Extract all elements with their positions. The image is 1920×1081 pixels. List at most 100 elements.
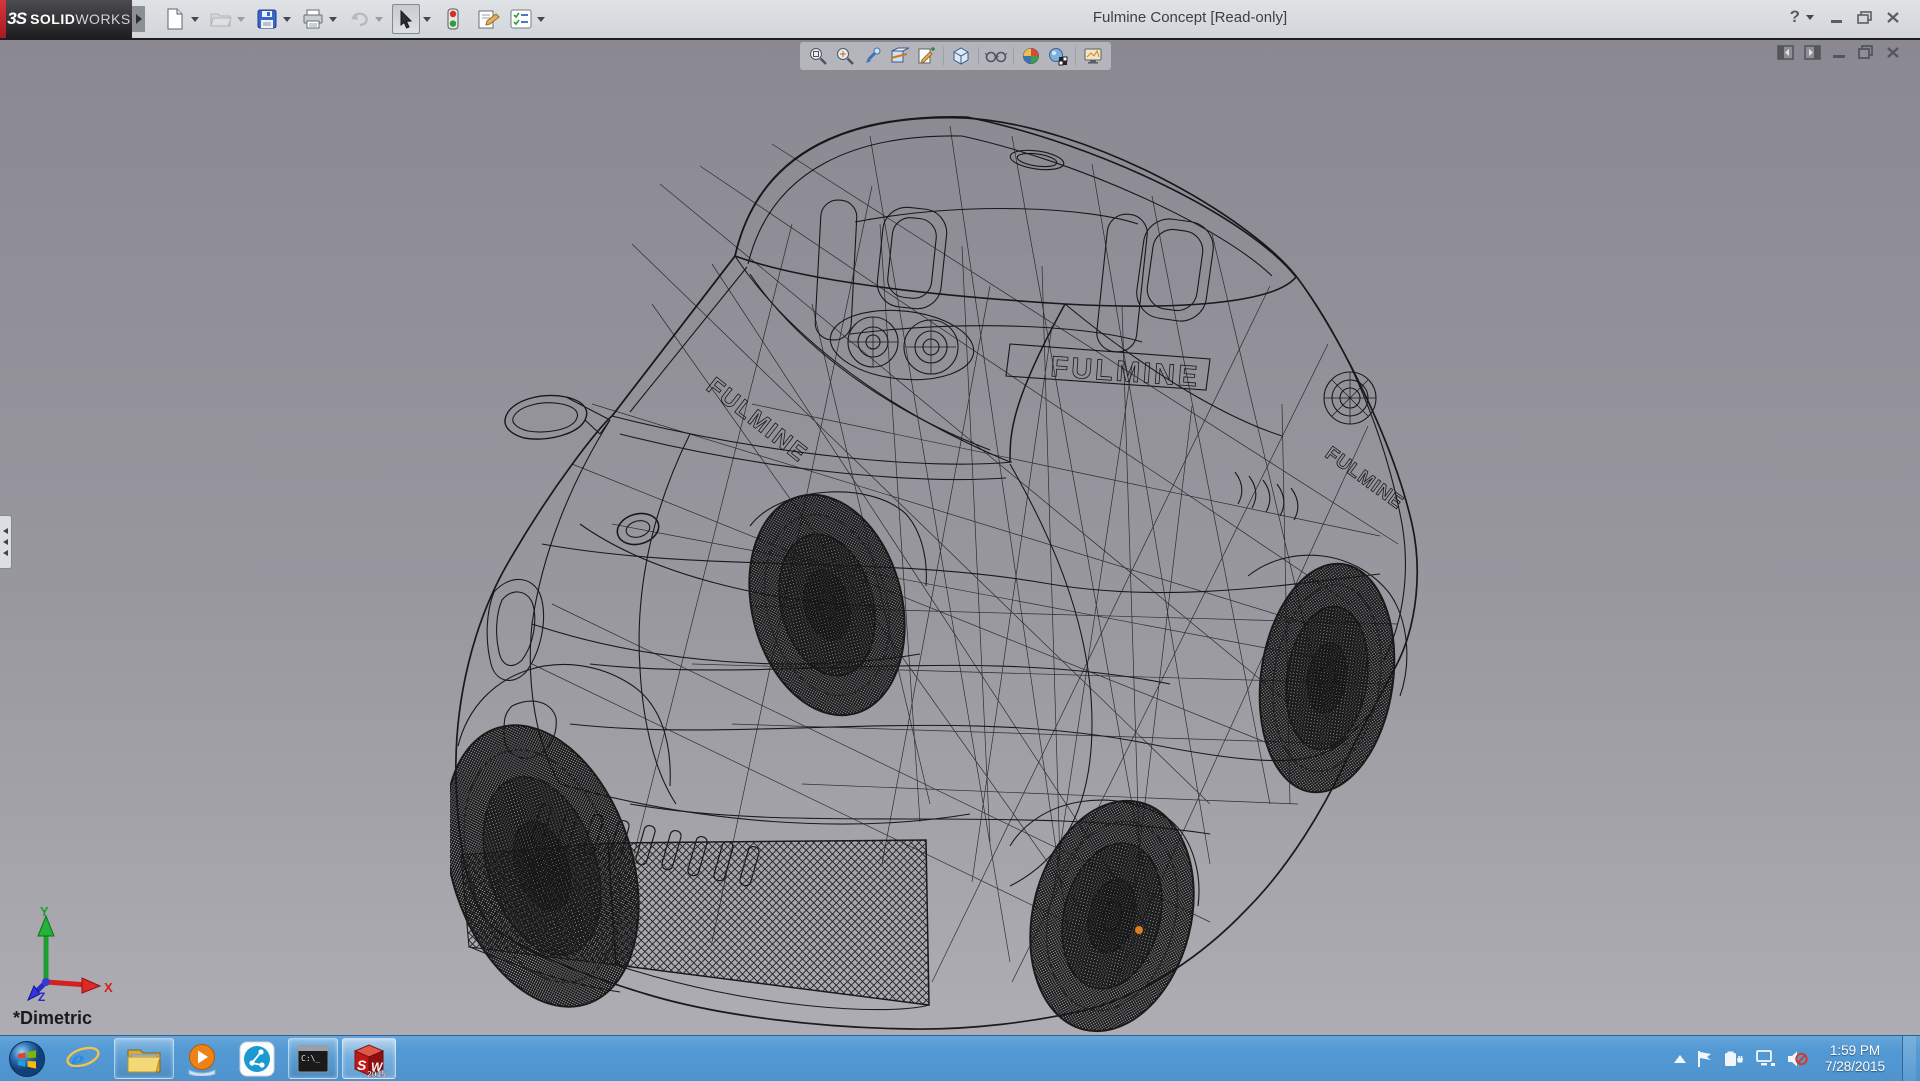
previous-view-button[interactable]	[860, 44, 884, 68]
menu-expand-button[interactable]	[132, 6, 145, 32]
traffic-light-icon	[447, 8, 459, 30]
show-hidden-icons-button[interactable]	[1674, 1055, 1686, 1063]
undo-dropdown[interactable]	[372, 5, 386, 33]
axis-y-label: Y	[40, 904, 49, 919]
wheel-rear-left	[727, 478, 927, 732]
chevron-down-icon	[423, 17, 431, 22]
taskbar-internet-explorer[interactable]: e	[56, 1039, 110, 1078]
new-document-icon	[165, 8, 185, 30]
clock-time: 1:59 PM	[1825, 1043, 1885, 1059]
volume-muted-icon[interactable]	[1786, 1050, 1808, 1068]
options-dropdown[interactable]	[534, 5, 548, 33]
close-document-button[interactable]	[1884, 44, 1902, 60]
start-button[interactable]	[2, 1039, 52, 1078]
taskbar-share-app[interactable]	[230, 1039, 284, 1078]
minimize-document-button[interactable]	[1830, 44, 1848, 60]
chevron-left-icon	[3, 528, 8, 534]
select-tool-dropdown[interactable]	[420, 5, 434, 33]
featuremanager-flyout-tab[interactable]	[0, 515, 12, 569]
axis-x-label: X	[104, 980, 113, 995]
apply-scene-button[interactable]	[1046, 44, 1070, 68]
new-document-button[interactable]	[162, 5, 188, 33]
wheel-front-right	[1007, 783, 1217, 1035]
select-tool-button[interactable]	[392, 4, 420, 34]
options-button[interactable]	[508, 5, 534, 33]
open-document-button[interactable]	[208, 5, 234, 33]
heads-up-view-toolbar	[800, 42, 1111, 70]
options-checklist-icon	[510, 9, 532, 29]
chevron-down-icon	[237, 17, 245, 22]
zoom-to-fit-button[interactable]	[806, 44, 830, 68]
toolbar-separator	[943, 47, 944, 65]
media-player-icon	[185, 1042, 219, 1076]
axis-z-label: Z	[38, 990, 45, 1002]
origin-point-marker	[1135, 926, 1143, 934]
model-badge-center: FULMINE	[1050, 351, 1202, 393]
chevron-down-icon	[283, 17, 291, 22]
window-title: Fulmine Concept [Read-only]	[1000, 9, 1380, 26]
sw-year: 2015	[367, 1069, 386, 1078]
folder-icon	[126, 1044, 162, 1074]
open-document-dropdown[interactable]	[234, 5, 248, 33]
file-properties-button[interactable]	[476, 5, 502, 33]
car-wireframe-svg: FULMINE FULMINE FULMINE	[450, 104, 1430, 1035]
toolbar-separator	[1013, 47, 1014, 65]
graphics-area[interactable]: FULMINE FULMINE FULMINE	[0, 40, 1920, 1035]
print-button[interactable]	[300, 5, 326, 33]
section-view-button[interactable]	[887, 44, 911, 68]
quick-access-toolbar	[162, 3, 554, 35]
save-button[interactable]	[254, 5, 280, 33]
printer-icon	[302, 9, 324, 29]
internet-explorer-icon: e	[65, 1042, 101, 1076]
show-desktop-button[interactable]	[1902, 1036, 1916, 1081]
undo-button[interactable]	[346, 5, 372, 33]
help-dropdown[interactable]	[1806, 15, 1814, 20]
wheel-rear-right	[1246, 555, 1409, 801]
solidworks-logo: 3S SOLID WORKS	[6, 0, 132, 38]
zoom-to-area-button[interactable]	[833, 44, 857, 68]
taskbar-solidworks[interactable]: S W 2015	[342, 1038, 396, 1079]
windows-orb-icon	[8, 1040, 46, 1078]
rebuild-button[interactable]	[440, 5, 466, 33]
new-document-dropdown[interactable]	[188, 5, 202, 33]
restore-document-button[interactable]	[1857, 44, 1875, 60]
restore-button[interactable]	[1854, 7, 1876, 27]
power-battery-icon[interactable]	[1724, 1050, 1744, 1068]
reference-triad[interactable]: Y X Z	[26, 902, 118, 1002]
close-button[interactable]	[1882, 7, 1904, 27]
featuremanager-pane-toggle-icon[interactable]	[1776, 44, 1794, 60]
view-orientation-button[interactable]	[949, 44, 973, 68]
toolbar-separator	[1075, 47, 1076, 65]
hide-show-items-button[interactable]	[984, 44, 1008, 68]
system-tray: 1:59 PM 7/28/2015	[1674, 1036, 1920, 1081]
chevron-down-icon	[537, 17, 545, 22]
edit-appearance-button[interactable]	[1019, 44, 1043, 68]
view-settings-button[interactable]	[1081, 44, 1105, 68]
taskbar-clock[interactable]: 1:59 PM 7/28/2015	[1825, 1043, 1885, 1075]
chevron-left-icon	[3, 550, 8, 556]
window-controls: ?	[1790, 7, 1904, 27]
network-icon[interactable]	[1755, 1050, 1775, 1067]
minimize-button[interactable]	[1826, 7, 1848, 27]
file-properties-icon	[477, 8, 501, 30]
logo-works-text: WORKS	[75, 11, 130, 27]
help-button[interactable]: ?	[1790, 7, 1800, 27]
sw-letter-s: S	[357, 1057, 367, 1073]
windows-taskbar: e C:\_	[0, 1035, 1920, 1081]
action-center-flag-icon[interactable]	[1697, 1050, 1713, 1068]
chevron-down-icon	[329, 17, 337, 22]
solidworks-cube-icon: S W 2015	[350, 1040, 388, 1078]
model-wireframe[interactable]: FULMINE FULMINE FULMINE	[450, 104, 1430, 1035]
annotation-views-button[interactable]	[914, 44, 938, 68]
taskbar-windows-explorer[interactable]	[114, 1038, 174, 1079]
clock-date: 7/28/2015	[1825, 1059, 1885, 1075]
cursor-arrow-icon	[397, 9, 415, 29]
save-floppy-icon	[257, 9, 277, 29]
display-pane-toggle-icon[interactable]	[1803, 44, 1821, 60]
print-dropdown[interactable]	[326, 5, 340, 33]
taskbar-media-player[interactable]	[178, 1039, 226, 1078]
cmd-prompt-text: C:\_	[301, 1054, 320, 1063]
save-dropdown[interactable]	[280, 5, 294, 33]
taskbar-command-prompt[interactable]: C:\_	[288, 1038, 338, 1079]
command-prompt-icon: C:\_	[297, 1045, 329, 1073]
